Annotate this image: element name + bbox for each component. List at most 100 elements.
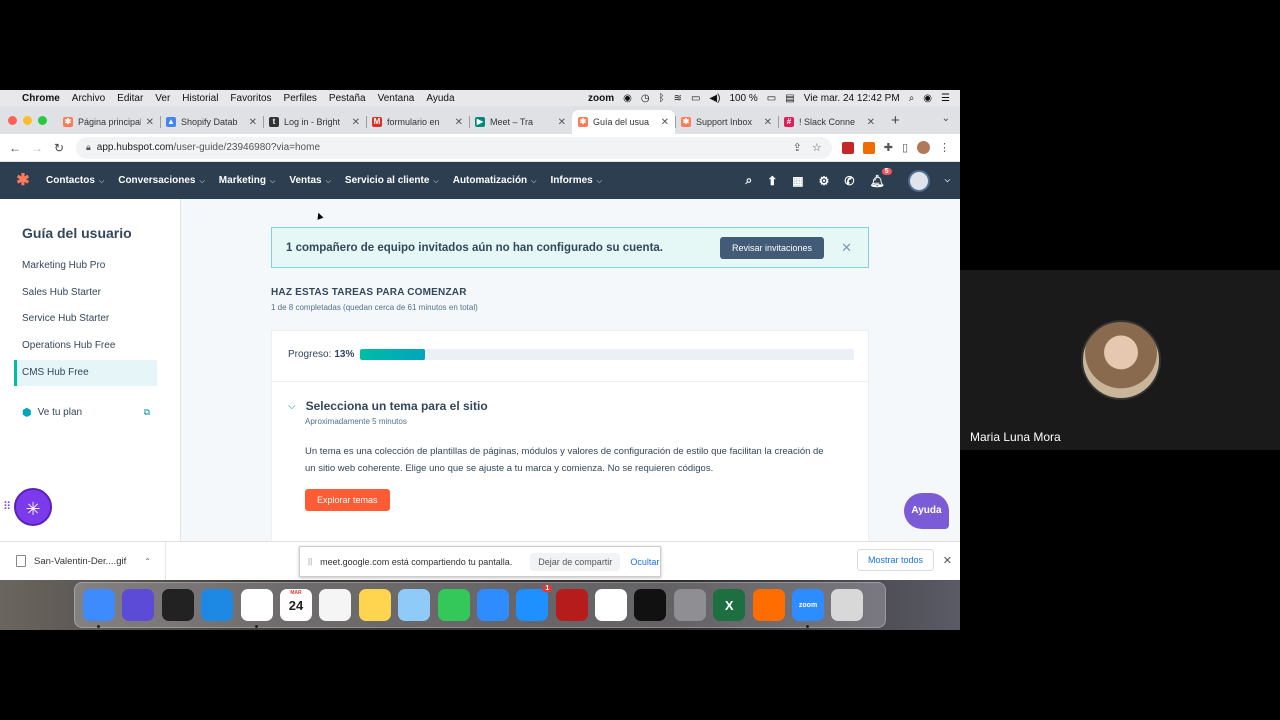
extensions-puzzle-icon[interactable]: ✚	[884, 141, 893, 154]
reload-button[interactable]: ↻	[48, 141, 70, 155]
battery-icon[interactable]: ▭	[767, 93, 776, 104]
maximize-window-button[interactable]	[38, 116, 47, 125]
download-item[interactable]: San-Valentin-Der....gif ⌃	[0, 542, 166, 580]
stop-sharing-button[interactable]: Dejar de compartir	[530, 552, 621, 571]
sidebar-item-marketing-hub[interactable]: Marketing Hub Pro	[0, 253, 180, 280]
dock-app-facetime-icon[interactable]	[437, 589, 470, 621]
menu-app-name[interactable]: Chrome	[22, 93, 60, 104]
bluetooth-icon[interactable]: ᛒ	[659, 93, 665, 104]
dock-app-reminders-icon[interactable]	[319, 589, 352, 621]
tab-close-icon[interactable]: ✕	[146, 117, 154, 128]
view-plan-link[interactable]: ⬢ Ve tu plan ⧉	[22, 406, 150, 419]
dock-app-books-icon[interactable]	[752, 589, 785, 621]
tab-search-chevron-icon[interactable]: ⌄	[942, 113, 950, 124]
dock-app-chrome-icon[interactable]	[240, 589, 273, 628]
dock-app-preview-icon[interactable]	[398, 589, 431, 621]
browser-tab[interactable]: ▶ Meet – Tra ✕	[469, 110, 572, 134]
dock-app-photos-icon[interactable]	[595, 589, 628, 621]
account-chevron-down-icon[interactable]: ⌵	[945, 177, 950, 185]
volume-icon[interactable]: ◀)	[709, 93, 720, 104]
browser-tab[interactable]: ✱ Support Inbox ✕	[675, 110, 778, 134]
extension-1-icon[interactable]	[841, 141, 854, 154]
close-window-button[interactable]	[8, 116, 17, 125]
sprocket-launcher-icon[interactable]: ✳	[14, 488, 52, 526]
sidebar-item-cms-hub[interactable]: CMS Hub Free	[14, 359, 157, 387]
dock-app-finder-icon[interactable]	[83, 589, 115, 628]
dock-app-safari-icon[interactable]	[201, 589, 234, 621]
user-avatar[interactable]	[907, 169, 930, 192]
browser-tab[interactable]: ▲ Shopify Datab ✕	[160, 110, 263, 134]
drag-handle-icon[interactable]: ⠿	[3, 500, 11, 513]
tab-close-icon[interactable]: ✕	[867, 117, 875, 128]
hubspot-logo-icon[interactable]: ✱	[12, 170, 34, 192]
tab-close-icon[interactable]: ✕	[661, 117, 669, 128]
explore-themes-button[interactable]: Explorar temas	[305, 489, 390, 511]
clock-label[interactable]: Vie mar. 24 12:42 PM	[804, 93, 900, 104]
nav-ventas[interactable]: Ventas ⌵	[289, 175, 331, 186]
marketplace-icon[interactable]: ▦	[792, 174, 803, 188]
upgrade-icon[interactable]: ⬆	[767, 174, 777, 188]
new-tab-button[interactable]: +	[881, 112, 900, 134]
screen-mirroring-icon[interactable]: ▭	[691, 93, 700, 104]
hide-notice-button[interactable]: Ocultar	[630, 557, 659, 567]
participant-tile[interactable]: Maria Luna Mora	[960, 270, 1280, 450]
tab-close-icon[interactable]: ✕	[455, 117, 463, 128]
dock-app-zoom-icon[interactable]: zoom	[792, 589, 825, 628]
search-icon[interactable]: ⌕	[745, 173, 752, 188]
menu-favoritos[interactable]: Favoritos	[230, 93, 271, 104]
address-bar[interactable]: 🔒︎ app.hubspot.com/user-guide/23946980?v…	[76, 136, 832, 159]
browser-tab[interactable]: Mformulario en ✕	[366, 110, 469, 134]
flag-icon[interactable]: ▤	[785, 93, 794, 104]
dock-app-photo-booth-icon[interactable]	[555, 589, 588, 621]
nav-automatizacion[interactable]: Automatización ⌵	[453, 175, 537, 186]
nav-informes[interactable]: Informes ⌵	[550, 175, 602, 186]
extension-2-icon[interactable]	[862, 141, 875, 154]
nav-conversaciones[interactable]: Conversaciones ⌵	[118, 175, 205, 186]
chevron-down-icon[interactable]: ⌵	[288, 401, 296, 412]
menu-historial[interactable]: Historial	[182, 93, 218, 104]
browser-tab[interactable]: ✱ Página principal ✕	[57, 110, 160, 134]
dock-app-mission-control-icon[interactable]	[161, 589, 194, 621]
dock-app-app-store-icon[interactable]: 1	[516, 585, 553, 621]
sidebar-item-service-hub[interactable]: Service Hub Starter	[0, 306, 180, 333]
bookmark-star-icon[interactable]: ☆	[812, 141, 822, 154]
minimize-window-button[interactable]	[23, 116, 32, 125]
browser-tab[interactable]: ✱ Guía del usua ✕	[572, 110, 675, 134]
browser-tab[interactable]: # ! Slack Conne ✕	[778, 110, 881, 134]
dock-app-excel-icon[interactable]: X	[713, 589, 746, 621]
help-chat-button[interactable]: Ayuda	[904, 493, 949, 529]
tab-close-icon[interactable]: ✕	[558, 117, 566, 128]
tab-close-icon[interactable]: ✕	[249, 117, 257, 128]
dock-app-system-preferences-icon[interactable]	[673, 589, 706, 621]
review-invitations-button[interactable]: Revisar invitaciones	[719, 236, 824, 259]
recording-icon[interactable]: ◉	[623, 93, 632, 104]
menu-archivo[interactable]: Archivo	[72, 93, 105, 104]
control-center-icon[interactable]: ☰	[941, 93, 950, 104]
close-icon[interactable]: ✕	[943, 554, 952, 567]
side-panel-icon[interactable]: ▯	[902, 141, 908, 154]
spotlight-icon[interactable]: ⌕	[909, 93, 915, 104]
dock-app-trash-icon[interactable]	[831, 589, 864, 621]
menu-editar[interactable]: Editar	[117, 93, 143, 104]
dock-app-siri-icon[interactable]	[122, 589, 155, 621]
chevron-up-icon[interactable]: ⌃	[144, 557, 151, 566]
show-all-downloads-button[interactable]: Mostrar todos	[856, 549, 934, 571]
nav-contactos[interactable]: Contactos ⌵	[46, 175, 104, 186]
menu-ver[interactable]: Ver	[155, 93, 170, 104]
back-button[interactable]: ←	[4, 141, 26, 155]
sidebar-item-sales-hub[interactable]: Sales Hub Starter	[0, 280, 180, 307]
dock-app-piano-icon[interactable]	[634, 589, 667, 621]
close-icon[interactable]: ✕	[841, 240, 852, 256]
notifications-bell-icon[interactable]: 🔔︎ 5	[869, 167, 892, 188]
menu-pestana[interactable]: Pestaña	[329, 93, 366, 104]
tab-close-icon[interactable]: ✕	[764, 117, 772, 128]
siri-icon[interactable]: ◉	[923, 93, 932, 104]
menu-ventana[interactable]: Ventana	[378, 93, 415, 104]
zoom-status-label[interactable]: zoom	[588, 93, 614, 104]
time-machine-icon[interactable]: ◷	[641, 93, 650, 104]
chrome-menu-icon[interactable]: ⋮	[939, 141, 950, 154]
sidebar-item-operations-hub[interactable]: Operations Hub Free	[0, 333, 180, 360]
wifi-icon[interactable]: ≋	[674, 93, 682, 104]
dock-app-notes-icon[interactable]	[358, 589, 391, 621]
dock-app-messages-icon[interactable]	[476, 589, 509, 621]
